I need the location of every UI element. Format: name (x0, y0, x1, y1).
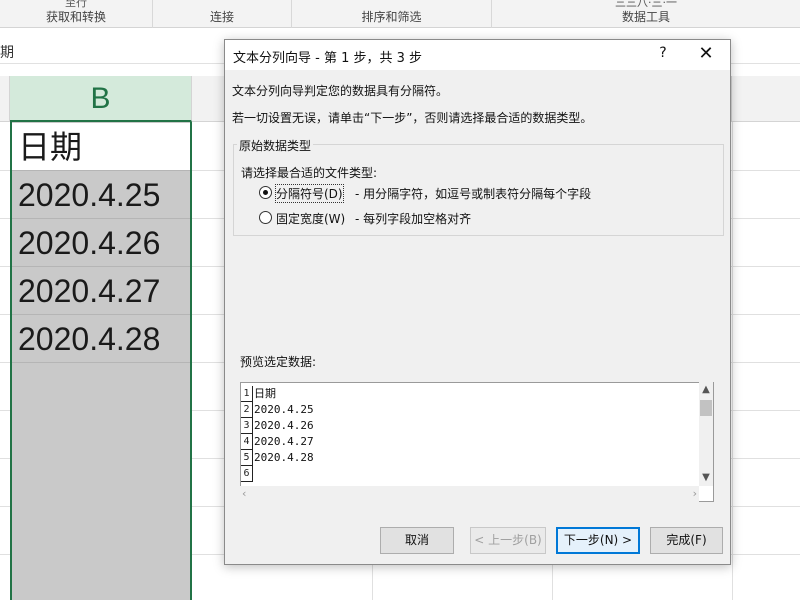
cell-b3[interactable]: 2020.4.26 (12, 219, 190, 267)
preview-row-text: 2020.4.26 (254, 419, 314, 432)
column-gridline (732, 122, 733, 600)
cell-b2[interactable]: 2020.4.25 (12, 171, 190, 219)
preview-row-number: 4 (241, 434, 253, 450)
column-header-b[interactable]: B (10, 76, 192, 122)
formula-bar-text: 期 (0, 45, 14, 61)
cell-b5[interactable]: 2020.4.28 (12, 315, 190, 363)
preview-row: 1 日期 (241, 386, 699, 402)
preview-vertical-scrollbar[interactable]: ▲ ▼ (699, 382, 713, 486)
column-header-f[interactable] (732, 76, 800, 122)
cell-b4[interactable]: 2020.4.27 (12, 267, 190, 315)
data-type-group-title: 原始数据类型 (237, 137, 314, 154)
scroll-left-icon[interactable]: ‹ (242, 486, 246, 502)
ribbon-group-label[interactable]: 排序和筛选 (292, 8, 491, 25)
preview-horizontal-scrollbar[interactable]: ‹ › (240, 486, 699, 502)
scroll-up-icon[interactable]: ▲ (699, 382, 713, 398)
preview-row-text: 2020.4.28 (254, 451, 314, 464)
ribbon-group-get-transform: 至行 获取和转换 (0, 0, 153, 28)
preview-row-text: 日期 (254, 387, 276, 400)
dialog-titlebar[interactable]: 文本分列向导 - 第 1 步，共 3 步 ? ✕ (225, 40, 730, 70)
finish-button[interactable]: 完成(F) (650, 527, 723, 554)
ribbon-group-label[interactable]: 数据工具 (492, 8, 800, 25)
dialog-instruction: 若一切设置无误，请单击“下一步”，否则请选择最合适的数据类型。 (232, 111, 593, 125)
ribbon-group-data-tools: 三三八·三·一 数据工具 (492, 0, 800, 28)
ribbon: 至行 获取和转换 连接 排序和筛选 三三八·三·一 数据工具 (0, 0, 800, 28)
preview-label: 预览选定数据: (240, 355, 317, 369)
scroll-right-icon[interactable]: › (693, 486, 697, 502)
back-button[interactable]: < 上一步(B) (470, 527, 546, 554)
preview-row: 2 2020.4.25 (241, 402, 699, 418)
delimited-radio[interactable] (259, 186, 272, 199)
preview-row: 3 2020.4.26 (241, 418, 699, 434)
fixed-width-description: - 每列字段加空格对齐 (355, 212, 472, 226)
delimited-description: - 用分隔字符，如逗号或制表符分隔每个字段 (355, 187, 592, 201)
fixed-width-radio[interactable] (259, 211, 272, 224)
dialog-title: 文本分列向导 - 第 1 步，共 3 步 (233, 51, 423, 66)
ribbon-group-sort-filter: 排序和筛选 (292, 0, 492, 28)
fixed-width-radio-label[interactable]: 固定宽度(W) (276, 210, 345, 227)
preview-row-number: 5 (241, 450, 253, 466)
scroll-thumb[interactable] (700, 400, 712, 416)
ribbon-group-connections: 连接 (153, 0, 292, 28)
cell-b1[interactable]: 日期 (12, 123, 190, 171)
text-to-columns-dialog: 文本分列向导 - 第 1 步，共 3 步 ? ✕ 文本分列向导判定您的数据具有分… (224, 39, 731, 565)
preview-row-number: 6 (241, 466, 253, 482)
cancel-button[interactable]: 取消 (380, 527, 454, 554)
scroll-down-icon[interactable]: ▼ (699, 470, 713, 486)
preview-row: 6 (241, 466, 699, 482)
ribbon-group-label[interactable]: 连接 (153, 8, 291, 25)
help-icon[interactable]: ? (655, 45, 671, 61)
delimited-radio-label[interactable]: 分隔符号(D) (275, 184, 344, 203)
preview-row: 5 2020.4.28 (241, 450, 699, 466)
preview-row-number: 2 (241, 402, 253, 418)
preview-row-number: 1 (241, 386, 253, 402)
dialog-intro: 文本分列向导判定您的数据具有分隔符。 (232, 84, 449, 98)
ribbon-group-label[interactable]: 获取和转换 (0, 8, 152, 25)
column-header-a[interactable] (0, 76, 10, 122)
preview-row: 4 2020.4.27 (241, 434, 699, 450)
preview-row-number: 3 (241, 418, 253, 434)
next-button[interactable]: 下一步(N) > (556, 527, 640, 554)
file-type-prompt: 请选择最合适的文件类型: (241, 166, 378, 180)
preview-box[interactable]: 1 日期 2 2020.4.25 3 2020.4.26 4 2020.4.27… (240, 382, 714, 502)
preview-row-text: 2020.4.25 (254, 403, 314, 416)
close-icon[interactable]: ✕ (697, 43, 715, 64)
radio-selected-dot (263, 190, 268, 195)
preview-row-text: 2020.4.27 (254, 435, 314, 448)
column-header-label: B (90, 82, 111, 115)
